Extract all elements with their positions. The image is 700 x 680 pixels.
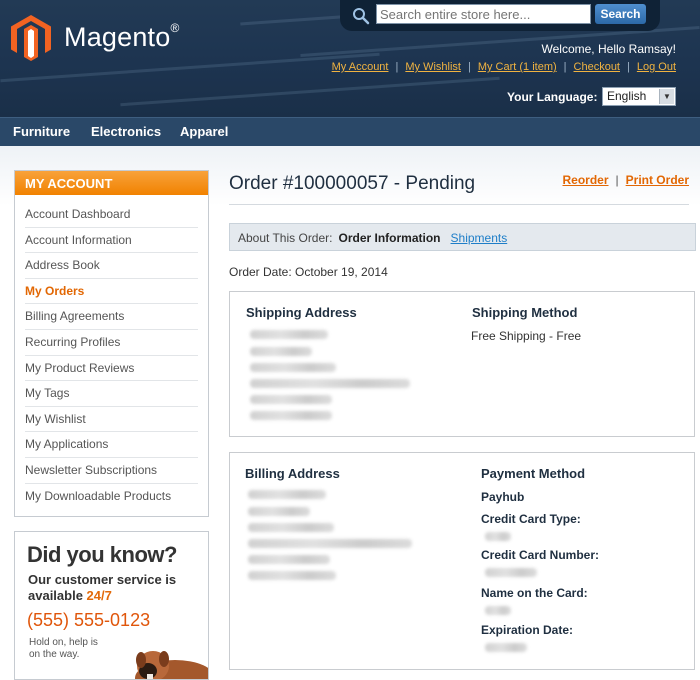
separator: | — [627, 61, 630, 73]
link-my-account[interactable]: My Account — [332, 61, 389, 73]
sidebar-item-newsletter[interactable]: Newsletter Subscriptions — [25, 458, 198, 484]
shipping-info-box: Shipping Address Shipping Method Free Sh… — [229, 291, 695, 437]
sidebar-item-account-dashboard[interactable]: Account Dashboard — [25, 202, 198, 228]
redacted-text — [250, 395, 332, 404]
language-label: Your Language: — [507, 90, 598, 104]
print-order-link[interactable]: Print Order — [626, 173, 689, 187]
search-icon — [353, 8, 370, 25]
redacted-text — [485, 568, 537, 577]
link-log-out[interactable]: Log Out — [637, 61, 676, 73]
redacted-text — [248, 555, 330, 564]
tab-order-information: Order Information — [338, 231, 441, 245]
redacted-text — [250, 330, 328, 339]
nav-item-furniture[interactable]: Furniture — [13, 124, 70, 139]
redacted-text — [248, 539, 412, 548]
sidebar-item-my-wishlist[interactable]: My Wishlist — [25, 407, 198, 433]
sidebar-item-product-reviews[interactable]: My Product Reviews — [25, 356, 198, 382]
promo-phone: (555) 555-0123 — [27, 610, 151, 630]
order-tabs-label: About This Order: — [238, 231, 333, 245]
sidebar-item-my-tags[interactable]: My Tags — [25, 381, 198, 407]
customer-service-banner[interactable]: Did you know? Our customer service is av… — [14, 531, 209, 680]
nav-item-apparel[interactable]: Apparel — [180, 124, 228, 139]
promo-title: Did you know? — [27, 542, 177, 567]
welcome-message: Welcome, Hello Ramsay! — [541, 42, 676, 56]
redacted-text — [250, 347, 312, 356]
search-form: Search — [340, 0, 660, 31]
promo-small-1: Hold on, help is — [29, 637, 98, 648]
shipping-address-title: Shipping Address — [246, 305, 357, 320]
account-navigation: MY ACCOUNT Account Dashboard Account Inf… — [14, 170, 209, 517]
main-navigation: Furniture Electronics Apparel — [0, 117, 700, 146]
promo-line-2-prefix: available — [28, 588, 87, 603]
order-actions: Reorder | Print Order — [563, 173, 690, 187]
site-header: Magento® Search Welcome, Hello Ramsay! M… — [0, 0, 700, 117]
tab-shipments[interactable]: Shipments — [451, 231, 508, 245]
redacted-text — [248, 523, 334, 532]
redacted-text — [485, 606, 511, 615]
billing-info-box: Billing Address Payment Method Payhub Cr… — [229, 452, 695, 670]
promo-line-1: Our customer service is — [28, 572, 177, 587]
sidebar-item-my-orders: My Orders — [25, 279, 198, 305]
payment-method-title: Payment Method — [481, 466, 586, 481]
shipping-method-title: Shipping Method — [472, 305, 578, 320]
redacted-text — [250, 363, 336, 372]
sidebar-item-account-information[interactable]: Account Information — [25, 228, 198, 254]
promo-small-2: on the way. — [29, 649, 80, 660]
account-nav-title: MY ACCOUNT — [15, 171, 208, 195]
redacted-text — [250, 379, 410, 388]
chevron-down-icon[interactable]: ▼ — [659, 89, 674, 104]
sidebar-item-downloadable-products[interactable]: My Downloadable Products — [25, 484, 198, 510]
page-title: Order #100000057 - Pending — [229, 173, 476, 194]
cc-number-label: Credit Card Number: — [481, 548, 600, 562]
reorder-link[interactable]: Reorder — [563, 173, 609, 187]
link-my-wishlist[interactable]: My Wishlist — [405, 61, 461, 73]
cc-type-label: Credit Card Type: — [481, 512, 581, 526]
redacted-text — [485, 532, 511, 541]
sidebar-item-billing-agreements[interactable]: Billing Agreements — [25, 304, 198, 330]
promo-highlight: 24/7 — [86, 588, 112, 603]
magento-logo-icon[interactable] — [11, 15, 51, 61]
link-checkout[interactable]: Checkout — [574, 61, 620, 73]
redacted-text — [250, 411, 332, 420]
sidebar-item-recurring-profiles[interactable]: Recurring Profiles — [25, 330, 198, 356]
title-divider — [229, 204, 689, 205]
expiration-label: Expiration Date: — [481, 623, 574, 637]
separator: | — [615, 173, 619, 187]
language-value: English — [607, 89, 647, 103]
sidebar-item-address-book[interactable]: Address Book — [25, 253, 198, 279]
link-my-cart[interactable]: My Cart (1 item) — [478, 61, 557, 73]
top-links: My Account | My Wishlist | My Cart (1 item… — [332, 61, 676, 73]
redacted-text — [248, 490, 326, 499]
search-input[interactable] — [376, 4, 591, 24]
promo-line-2: available 24/7 — [28, 588, 112, 603]
redacted-text — [248, 507, 310, 516]
logo-text: Magento — [64, 22, 171, 52]
payment-method-name: Payhub — [481, 490, 525, 504]
registered-mark: ® — [170, 21, 180, 35]
search-button[interactable]: Search — [595, 4, 646, 24]
language-select[interactable]: English ▼ — [602, 87, 676, 106]
redacted-text — [248, 571, 336, 580]
redacted-text — [485, 643, 527, 652]
billing-address-title: Billing Address — [245, 466, 340, 481]
logo-wordmark[interactable]: Magento® — [64, 21, 180, 53]
order-tabs: About This Order: Order Information Ship… — [229, 223, 696, 251]
shipping-method-value: Free Shipping - Free — [471, 329, 582, 343]
dog-image — [135, 651, 208, 679]
order-date: Order Date: October 19, 2014 — [229, 265, 388, 279]
nav-item-electronics[interactable]: Electronics — [91, 124, 161, 139]
sidebar-item-my-applications[interactable]: My Applications — [25, 432, 198, 458]
account-nav-list: Account Dashboard Account Information Ad… — [15, 195, 208, 509]
separator: | — [467, 61, 471, 73]
separator: | — [395, 61, 399, 73]
separator: | — [563, 61, 567, 73]
card-name-label: Name on the Card: — [481, 586, 588, 600]
